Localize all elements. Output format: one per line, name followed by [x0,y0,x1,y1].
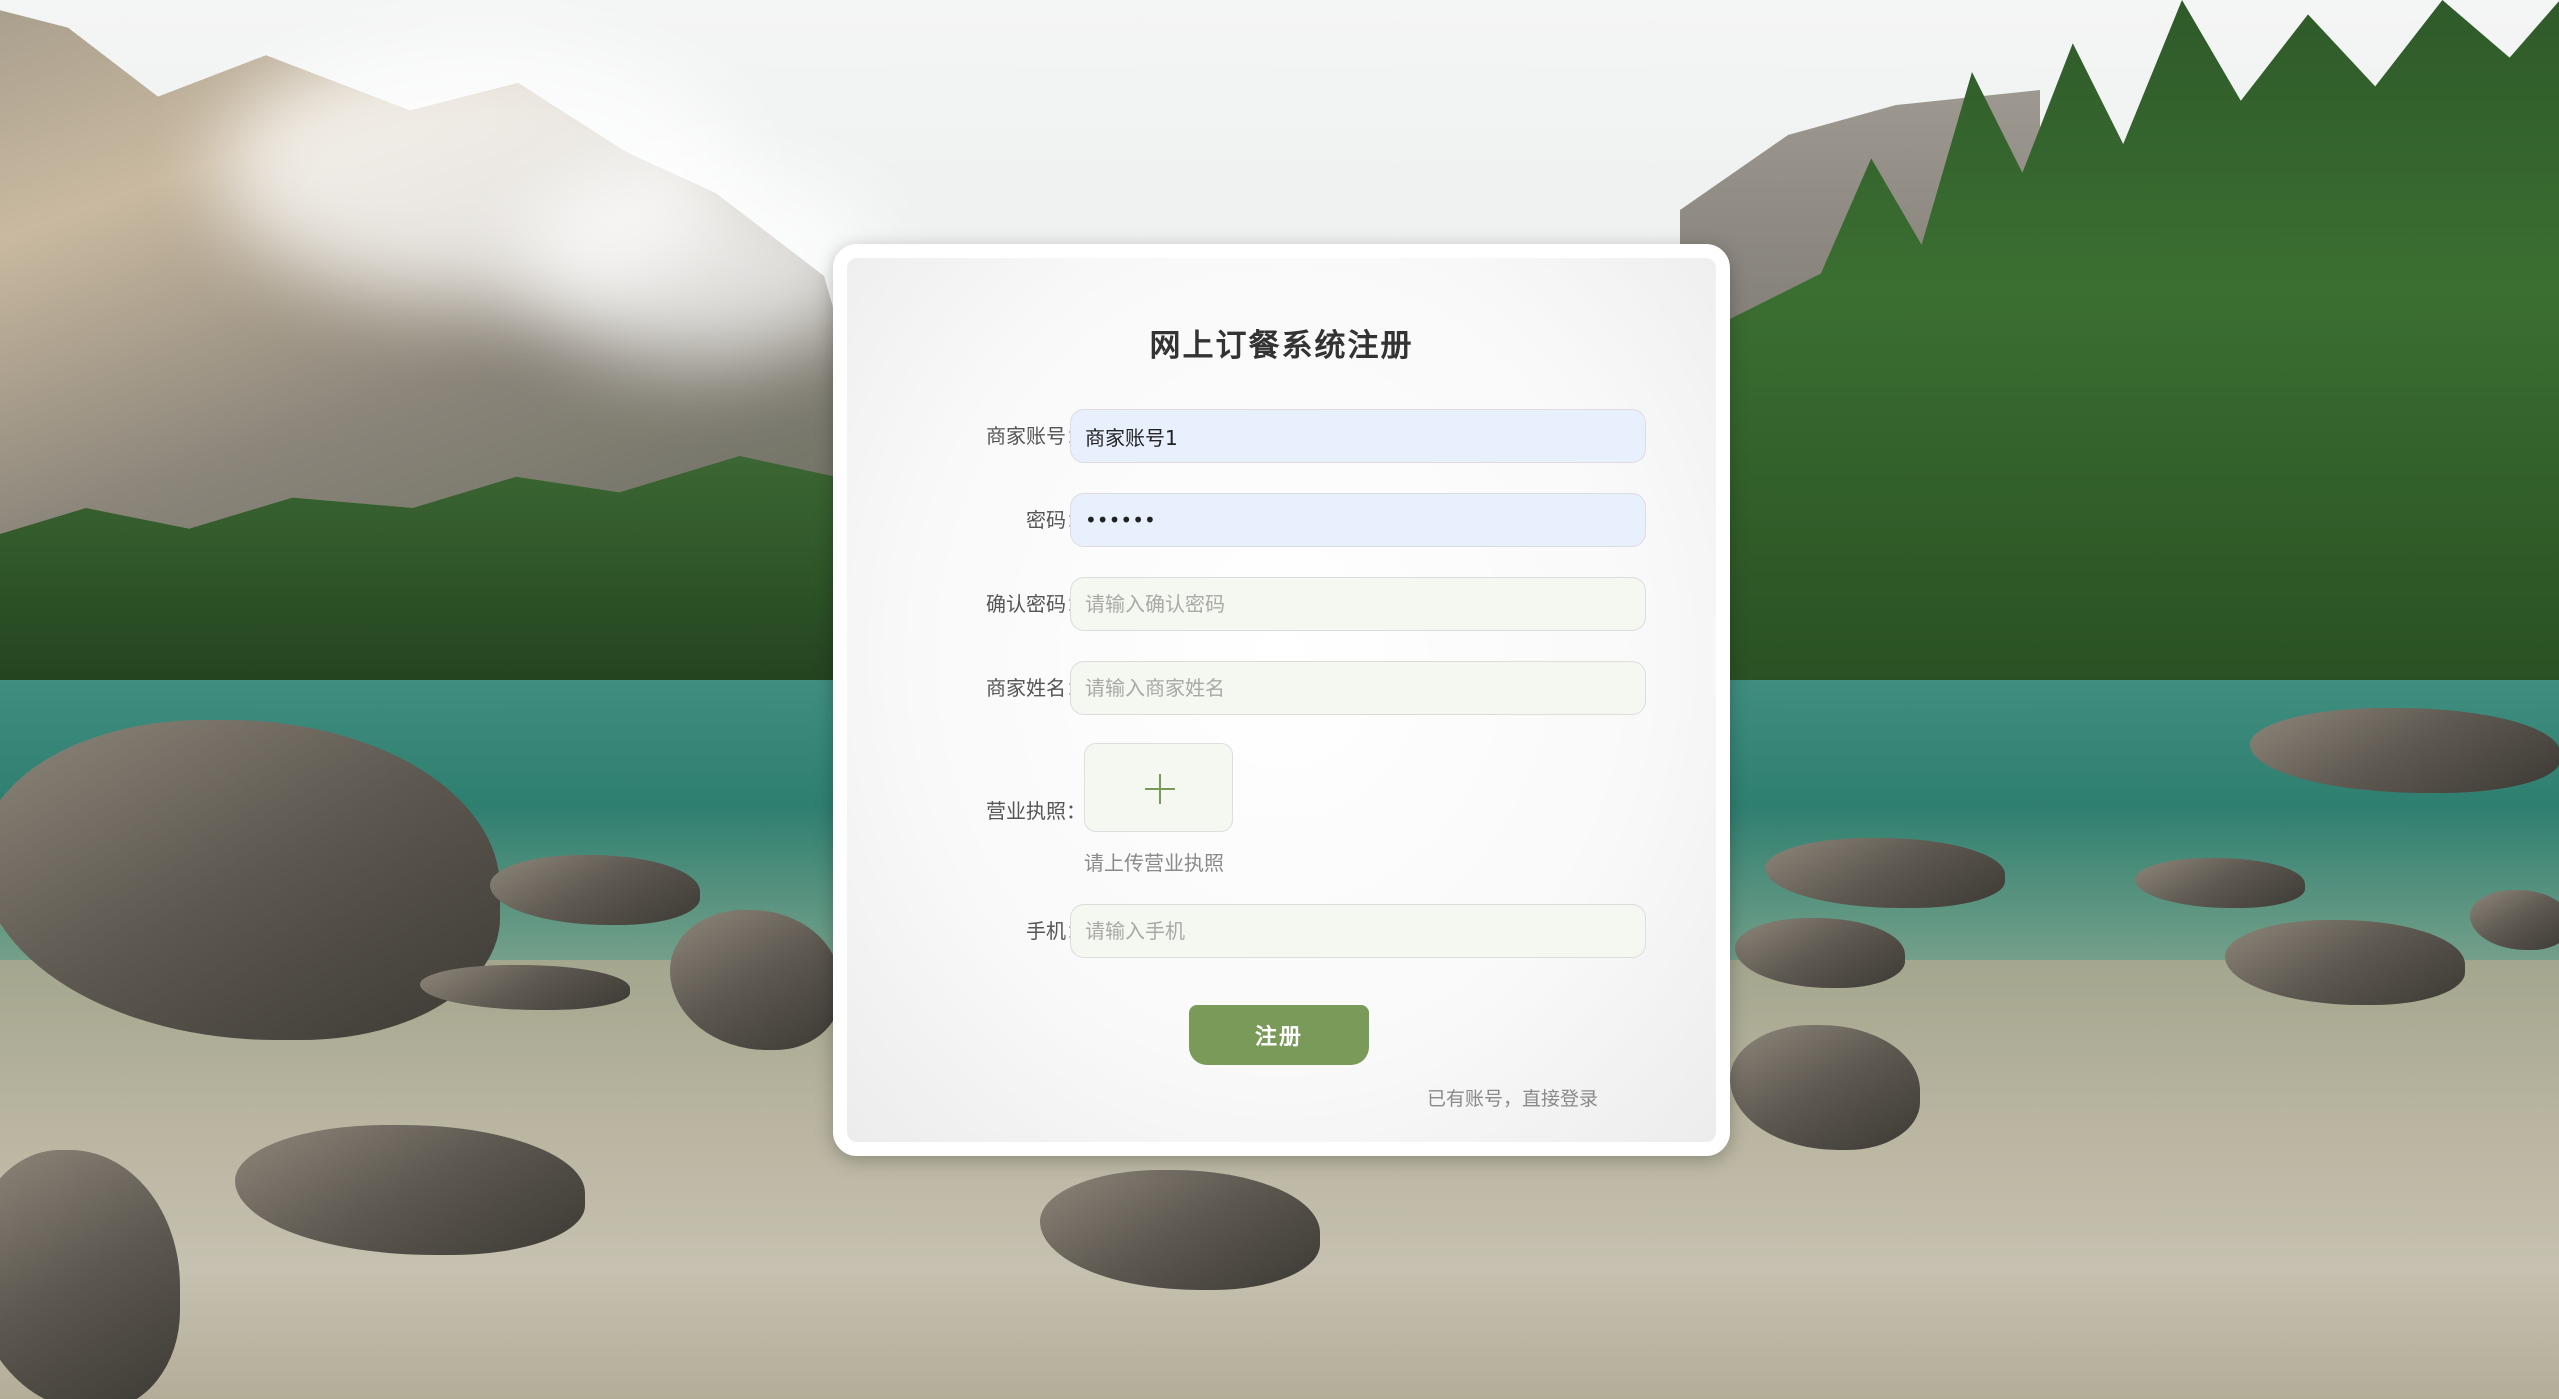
confirm-password-row: 确认密码： [847,577,1716,631]
phone-row: 手机： [847,904,1716,958]
license-upload-hint: 请上传营业执照 [1084,851,1224,875]
merchant-name-input[interactable] [1070,661,1646,715]
login-link[interactable]: 已有账号，直接登录 [1427,1084,1598,1111]
page-title: 网上订餐系统注册 [1149,328,1414,364]
merchant-name-row: 商家姓名： [847,661,1716,715]
license-row: 营业执照： 请上传营业执照 [847,743,1716,883]
phone-input[interactable] [1070,904,1646,958]
password-row: 密码： [847,493,1716,547]
password-input[interactable] [1070,493,1646,547]
mist-cloud [520,160,880,360]
register-button[interactable]: 注册 [1189,1005,1369,1065]
confirm-password-input[interactable] [1070,577,1646,631]
register-card: 网上订餐系统注册 商家账号： 密码： 确认密码： 商家姓名： 营业执照： 请上传… [833,244,1730,1156]
plus-icon [1145,774,1175,804]
account-input[interactable] [1070,409,1646,463]
account-row: 商家账号： [847,409,1716,463]
license-label: 营业执照： [986,799,1086,823]
license-upload-button[interactable] [1084,743,1233,832]
